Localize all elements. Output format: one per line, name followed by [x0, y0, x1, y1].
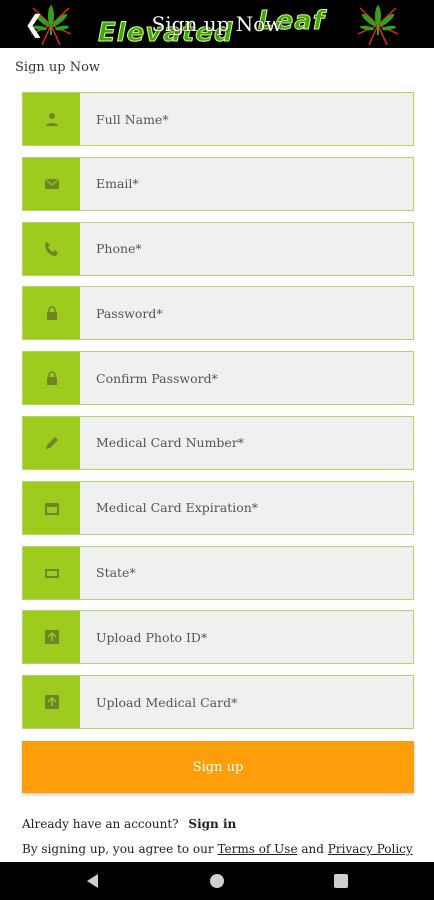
nav-recents-icon[interactable]	[332, 872, 350, 890]
sign-up-button[interactable]: Sign up	[22, 741, 414, 793]
phone-icon	[23, 222, 80, 275]
upload-medical-card-field	[22, 675, 414, 730]
medical-card-number-input[interactable]	[80, 416, 413, 469]
medical-card-expiration-input[interactable]	[80, 481, 413, 534]
pencil-icon	[23, 416, 80, 469]
medical-card-number-field	[22, 415, 414, 470]
upload-icon	[23, 676, 80, 729]
nav-home-icon[interactable]	[208, 872, 226, 890]
account-text: Already have an account?	[22, 817, 179, 831]
terms-notice: By signing up, you agree to our Terms of…	[22, 842, 413, 856]
upload-medical-card-input[interactable]	[80, 676, 413, 729]
terms-of-use-link[interactable]: Terms of Use	[217, 842, 297, 856]
medical-card-expiration-field	[22, 480, 414, 535]
lock-icon	[23, 287, 80, 340]
person-icon	[23, 93, 80, 145]
calendar-icon	[23, 481, 80, 534]
and-text: and	[301, 842, 324, 856]
full-name-input[interactable]	[80, 93, 413, 145]
signup-form	[22, 92, 414, 740]
privacy-policy-link[interactable]: Privacy Policy	[328, 842, 413, 856]
confirm-password-input[interactable]	[80, 352, 413, 405]
full-name-field	[22, 92, 414, 146]
upload-photo-id-input[interactable]	[80, 611, 413, 664]
location-icon	[23, 546, 80, 599]
state-input[interactable]	[80, 546, 413, 599]
phone-field	[22, 221, 414, 276]
system-nav-bar	[0, 862, 434, 900]
sign-in-link[interactable]: Sign in	[188, 817, 236, 831]
email-field	[22, 156, 414, 211]
page-title: Sign up Now	[151, 12, 283, 36]
nav-back-icon[interactable]	[84, 872, 102, 890]
upload-icon	[23, 611, 80, 664]
app-header: Elevated Leaf Sign up Now ❮	[0, 0, 434, 48]
phone-input[interactable]	[80, 222, 413, 275]
mail-icon	[23, 157, 80, 210]
lock-icon	[23, 352, 80, 405]
password-input[interactable]	[80, 287, 413, 340]
back-arrow-icon[interactable]: ❮	[20, 10, 48, 38]
state-field	[22, 545, 414, 600]
email-input[interactable]	[80, 157, 413, 210]
upload-photo-id-field	[22, 610, 414, 665]
terms-prefix: By signing up, you agree to our	[22, 842, 214, 856]
form-heading: Sign up Now	[15, 60, 101, 75]
password-field	[22, 286, 414, 341]
confirm-password-field	[22, 351, 414, 406]
account-prompt: Already have an account? Sign in	[22, 817, 236, 831]
